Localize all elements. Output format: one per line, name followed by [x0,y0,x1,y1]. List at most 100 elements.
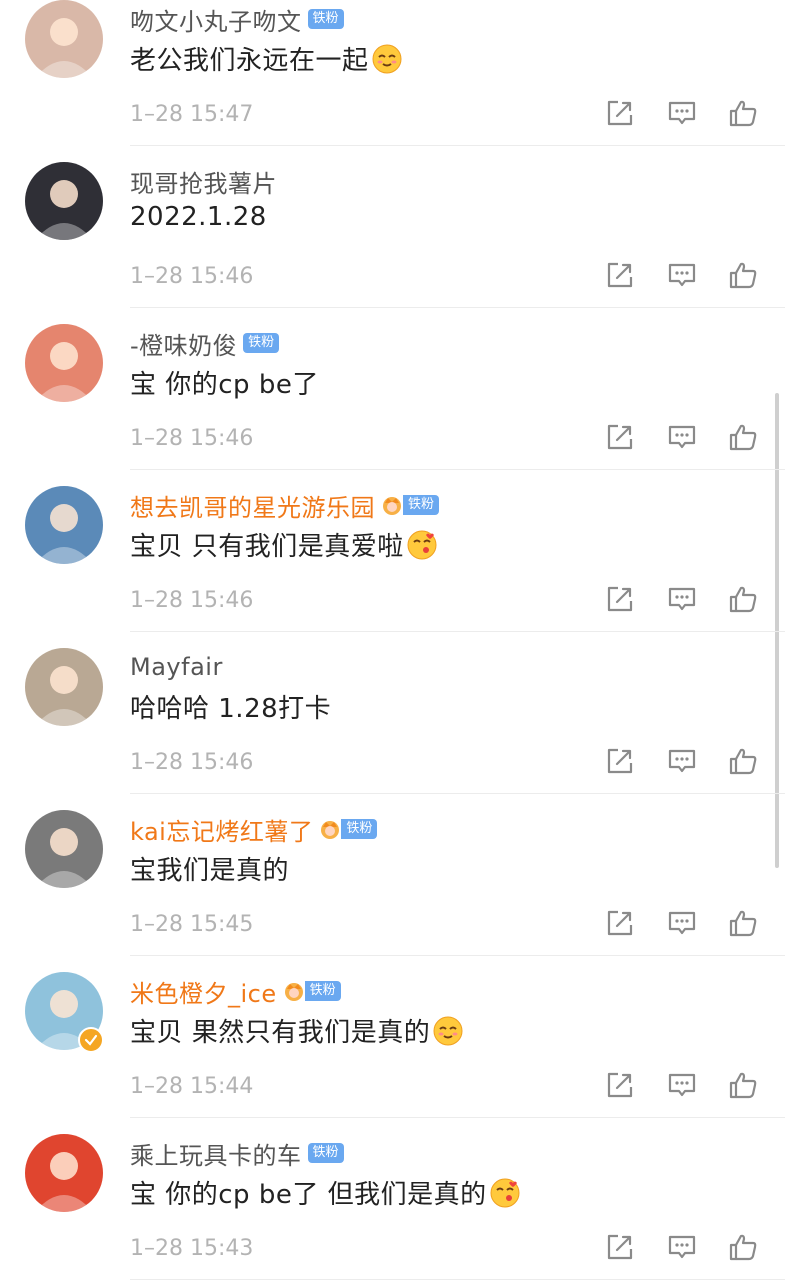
comment-icon[interactable] [667,422,697,452]
avatar[interactable] [25,0,103,78]
comment-text: 2022.1.28 [130,202,267,232]
avatar[interactable] [25,486,103,564]
comment-icon[interactable] [667,584,697,614]
comment-text: 老公我们永远在一起 [130,40,403,77]
comment-icon[interactable] [667,908,697,938]
like-icon[interactable] [728,1232,758,1262]
divider [130,631,785,632]
crown-icon [284,983,303,1001]
comment-item: 想去凯哥的星光游乐园 铁粉 宝贝 只有我们是真爱啦 1–28 15:46 [0,486,785,648]
username[interactable]: kai忘记烤红薯了 [130,812,313,847]
user-row: -橙味奶俊 铁粉 [130,326,280,361]
share-icon[interactable] [605,422,635,452]
avatar-image [25,810,103,888]
smile-emoji [372,44,402,73]
comment-text-body: 宝贝 果然只有我们是真的 [130,1018,431,1048]
like-icon[interactable] [728,260,758,290]
like-icon[interactable] [728,908,758,938]
user-row: 想去凯哥的星光游乐园 铁粉 [130,488,440,523]
fan-badge: 铁粉 [341,819,378,839]
username[interactable]: 吻文小丸子吻文 [130,2,302,37]
username[interactable]: 现哥抢我薯片 [130,164,277,199]
comment-icon[interactable] [667,1070,697,1100]
comment-text-body: 宝 你的cp be了 但我们是真的 [130,1180,487,1210]
comment-text-body: 哈哈哈 1.28打卡 [130,694,332,724]
verified-badge-icon [78,1027,104,1053]
avatar[interactable] [25,1134,103,1212]
comment-item: 乘上玩具卡的车 铁粉 宝 你的cp be了 但我们是真的 1–28 15:43 [0,1134,785,1280]
comment-icon[interactable] [667,98,697,128]
avatar[interactable] [25,648,103,726]
username[interactable]: -橙味奶俊 [130,326,237,361]
timestamp: 1–28 15:46 [130,264,254,289]
avatar[interactable] [25,162,103,240]
comment-icon[interactable] [667,1232,697,1262]
share-icon[interactable] [605,1232,635,1262]
fan-badge: 铁粉 [307,1143,344,1163]
comment-item: Mayfair 哈哈哈 1.28打卡 1–28 15:46 [0,648,785,810]
share-icon[interactable] [605,908,635,938]
divider [130,307,785,308]
like-icon[interactable] [728,422,758,452]
comment-item: 米色橙夕_ice 铁粉 宝贝 果然只有我们是真的 1–28 15:44 [0,972,785,1134]
user-row: kai忘记烤红薯了 铁粉 [130,812,378,847]
share-icon[interactable] [605,746,635,776]
divider [130,145,785,146]
fan-badge: 铁粉 [243,333,280,353]
timestamp: 1–28 15:47 [130,102,254,127]
timestamp: 1–28 15:45 [130,912,254,937]
smile-emoji [433,1016,463,1045]
username[interactable]: 米色橙夕_ice [130,974,277,1009]
avatar-image [25,0,103,78]
username[interactable]: Mayfair [130,653,223,681]
comment-text: 宝贝 只有我们是真爱啦 [130,526,438,563]
comment-text: 宝我们是真的 [130,850,289,887]
divider [130,1117,785,1118]
like-icon[interactable] [728,584,758,614]
crown-icon [321,821,340,839]
comment-text-body: 宝 你的cp be了 [130,370,319,400]
comment-item: 吻文小丸子吻文 铁粉 老公我们永远在一起 1–28 15:47 [0,0,785,162]
avatar-image [25,1134,103,1212]
share-icon[interactable] [605,260,635,290]
comment-text-body: 宝贝 只有我们是真爱啦 [130,532,404,562]
username[interactable]: 乘上玩具卡的车 [130,1136,302,1171]
like-icon[interactable] [728,98,758,128]
comment-text-body: 老公我们永远在一起 [130,46,369,76]
crown-icon [383,497,401,515]
timestamp: 1–28 15:46 [130,750,254,775]
kiss-emoji [407,530,437,559]
fan-badge: 铁粉 [403,495,440,515]
divider [130,955,785,956]
timestamp: 1–28 15:43 [130,1236,254,1261]
comment-item: -橙味奶俊 铁粉 宝 你的cp be了 1–28 15:46 [0,324,785,486]
comment-item: kai忘记烤红薯了 铁粉 宝我们是真的 1–28 15:45 [0,810,785,972]
share-icon[interactable] [605,584,635,614]
like-icon[interactable] [728,746,758,776]
like-icon[interactable] [728,1070,758,1100]
comment-icon[interactable] [667,746,697,776]
fan-badge: 铁粉 [304,981,341,1001]
comment-text: 宝 你的cp be了 [130,364,319,401]
kiss-emoji [490,1178,520,1207]
avatar[interactable] [25,324,103,402]
username[interactable]: 想去凯哥的星光游乐园 [130,488,375,523]
timestamp: 1–28 15:44 [130,1074,254,1099]
comment-item: 现哥抢我薯片 2022.1.28 1–28 15:46 [0,162,785,324]
timestamp: 1–28 15:46 [130,588,254,613]
avatar-image [25,648,103,726]
user-row: 现哥抢我薯片 [130,164,277,198]
share-icon[interactable] [605,1070,635,1100]
comment-text: 宝贝 果然只有我们是真的 [130,1012,464,1049]
share-icon[interactable] [605,98,635,128]
comment-icon[interactable] [667,260,697,290]
divider [130,469,785,470]
comment-list: 吻文小丸子吻文 铁粉 老公我们永远在一起 1–28 15:47 现哥抢我薯片 2… [0,0,785,1280]
comment-text-body: 2022.1.28 [130,202,267,232]
comment-text: 宝 你的cp be了 但我们是真的 [130,1174,521,1211]
user-row: 米色橙夕_ice 铁粉 [130,974,341,1008]
avatar[interactable] [25,810,103,888]
comment-text: 哈哈哈 1.28打卡 [130,688,331,725]
user-row: 乘上玩具卡的车 铁粉 [130,1136,344,1170]
avatar-image [25,324,103,402]
